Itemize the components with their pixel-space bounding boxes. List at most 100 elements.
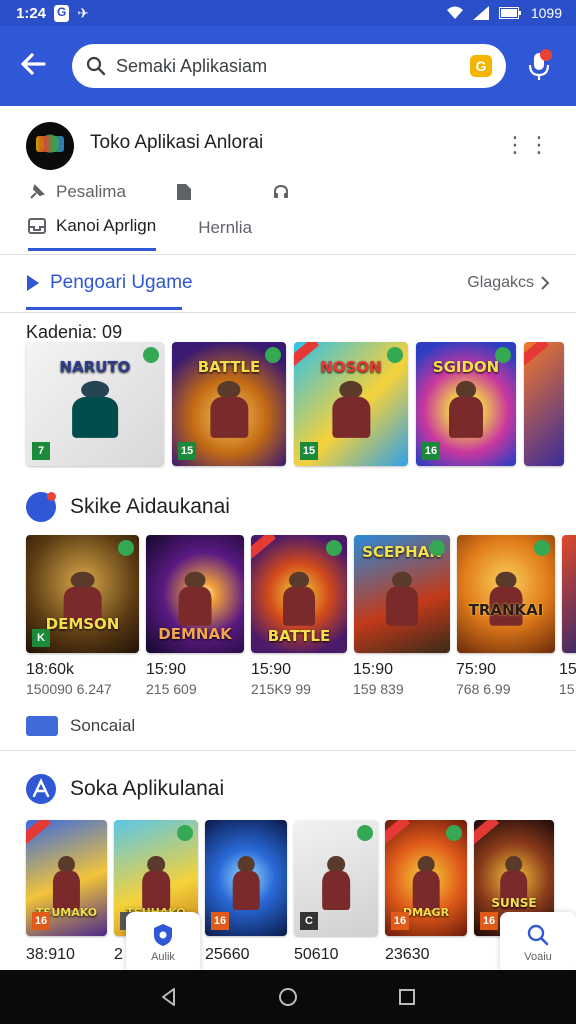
play-badge-icon	[326, 540, 342, 556]
row1-label: Kadenia: 09	[26, 322, 123, 342]
play-badge-icon	[446, 825, 462, 841]
store-logo	[26, 122, 74, 170]
game-card-title: NARUTO	[59, 358, 131, 376]
search-input[interactable]	[116, 55, 470, 77]
back-triangle-icon[interactable]	[158, 986, 180, 1008]
price-sub: 215 609	[146, 681, 197, 697]
age-rating: 16	[480, 912, 498, 930]
price: 38:910	[26, 946, 75, 963]
more-options-icon[interactable]: ⋮⋮	[504, 132, 552, 158]
social-row[interactable]: Soncaial	[0, 714, 576, 738]
battery-icon	[498, 7, 521, 19]
icon-row-item-2[interactable]	[176, 183, 192, 201]
game-card[interactable]: BATTLE	[251, 535, 347, 653]
see-more-link[interactable]: Glagakcs	[467, 274, 550, 292]
price: 23630	[385, 946, 430, 963]
back-button[interactable]	[18, 49, 52, 83]
price-item: 75:90 768 6.99	[456, 661, 559, 697]
section-featured-title: Pengoari Ugame	[50, 272, 193, 293]
age-rating: C	[300, 912, 318, 930]
game-card[interactable]: 16	[205, 820, 287, 936]
game-card[interactable]: SGIDON 16	[416, 342, 516, 466]
play-triangle-icon	[27, 275, 39, 291]
age-rating: 7	[32, 442, 50, 460]
price: 18:60k	[26, 661, 75, 678]
age-rating: 16	[391, 912, 409, 930]
search-icon	[527, 924, 549, 946]
game-card[interactable]: TRANKAI	[457, 535, 555, 653]
game-card[interactable]	[562, 535, 576, 653]
ribbon	[524, 342, 550, 369]
game-art	[59, 380, 131, 438]
game-art	[440, 380, 492, 438]
inbox-icon	[28, 218, 46, 234]
signal-icon	[472, 6, 489, 20]
price: 50610	[294, 946, 339, 963]
ribbon	[385, 820, 411, 847]
featured-row: NARUTO 7 BATTLE 15 NOSON 15 SGIDON 16	[26, 342, 564, 466]
play-badge-icon	[177, 825, 193, 841]
arrow-left-icon	[21, 53, 46, 75]
airplane-icon: ✈	[77, 4, 90, 21]
price-item: 15:90 215 609	[146, 661, 251, 697]
play-badge-icon	[143, 347, 159, 363]
search-icon	[86, 56, 106, 76]
game-card[interactable]: DMAGR 16	[385, 820, 467, 936]
mic-button[interactable]	[524, 49, 554, 83]
game-art	[274, 571, 324, 627]
search-lens-icon[interactable]: G	[470, 55, 492, 77]
price-sub: 768 6.99	[456, 681, 511, 697]
category-icon	[26, 492, 56, 522]
divider	[0, 750, 576, 751]
tab-primary[interactable]: Kanoi Aprlign	[28, 216, 157, 251]
game-card[interactable]: BATTLE 15	[172, 342, 286, 466]
search-bar[interactable]: G	[72, 44, 506, 88]
store-icon-row: Pesalima	[28, 182, 358, 202]
wifi-icon	[446, 6, 463, 19]
game-card[interactable]: NOSON 15	[294, 342, 408, 466]
game-card[interactable]: DEMNAK	[146, 535, 244, 653]
game-card[interactable]: NARUTO 7	[26, 342, 164, 466]
game-card[interactable]: SCEPHAN	[354, 535, 450, 653]
popular-row: DEMSON K DEMNAK BATTLE SCEPHAN TRANKAI	[26, 535, 576, 653]
game-card[interactable]: DEMSON K	[26, 535, 139, 653]
divider	[0, 254, 576, 255]
price: 25660	[205, 946, 250, 963]
app-store-icon	[26, 774, 56, 804]
home-circle-icon[interactable]	[277, 986, 299, 1008]
game-art	[405, 856, 448, 910]
price-sub: 215K9 99	[251, 681, 311, 697]
chevron-right-icon	[541, 276, 550, 290]
store-header: Toko Aplikasi Anlorai ⋮⋮ Pesalima Kanoi …	[0, 106, 576, 256]
social-label: Soncaial	[70, 716, 136, 735]
play-badge-icon	[265, 347, 281, 363]
game-art	[170, 571, 221, 627]
age-rating: 16	[422, 442, 440, 460]
google-notification-icon: G	[54, 4, 70, 22]
recents-square-icon[interactable]	[396, 986, 418, 1008]
ribbon	[26, 820, 52, 847]
bottom-tab-search[interactable]: Voaiu	[500, 912, 576, 974]
game-card[interactable]: C	[294, 820, 378, 936]
bottom-tab-apps[interactable]: Aulik	[126, 912, 200, 974]
game-art	[134, 856, 178, 910]
game-card-title: DEMNAK	[158, 625, 232, 643]
play-badge-icon	[429, 540, 445, 556]
game-art	[45, 856, 87, 910]
game-card[interactable]	[524, 342, 564, 466]
section-underline	[26, 307, 182, 310]
age-rating: 15	[178, 442, 196, 460]
apps-row: TSUMAKO 16 TSUHAKO E 16 C DMAGR 16 SUNSE…	[26, 820, 554, 936]
icon-row-item-1[interactable]: Pesalima	[28, 182, 126, 202]
game-art	[321, 380, 380, 438]
ribbon	[251, 535, 277, 562]
game-card[interactable]: TSUMAKO 16	[26, 820, 107, 936]
icon-row-item-3[interactable]	[272, 183, 290, 201]
social-badge-icon	[26, 716, 58, 736]
age-rating: 15	[300, 442, 318, 460]
tab-secondary-label: Hernlia	[198, 217, 253, 237]
price: 15:90	[353, 661, 394, 678]
section-popular-title: Skike Aidaukanai	[70, 495, 230, 518]
play-badge-icon	[387, 347, 403, 363]
tab-secondary[interactable]: Hernlia	[198, 216, 252, 251]
